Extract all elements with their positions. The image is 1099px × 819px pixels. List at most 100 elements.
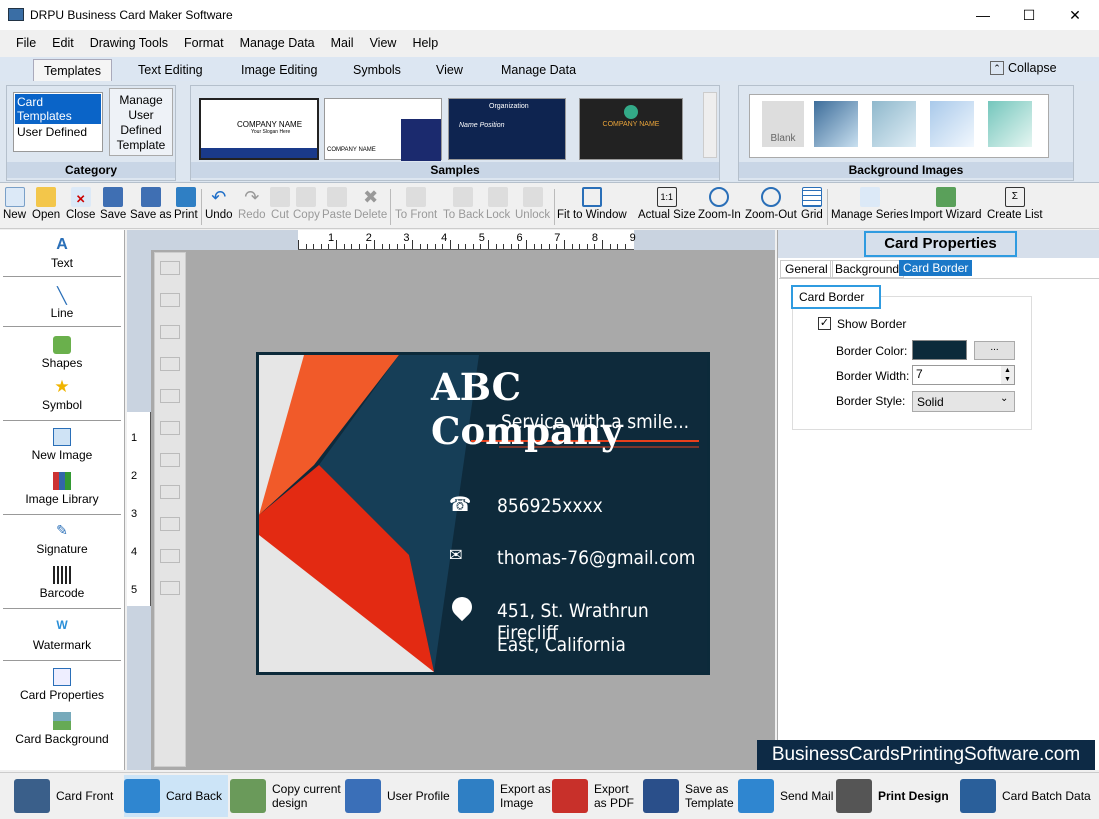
zoom-in-button[interactable]: Zoom-In [698, 187, 741, 221]
tool-card-properties[interactable]: Card Properties [3, 668, 121, 702]
lock-button[interactable]: Lock [486, 187, 510, 221]
export-as-pdf-button[interactable]: Export as PDF [552, 775, 642, 817]
menu-edit[interactable]: Edit [44, 36, 82, 50]
copy-button[interactable]: Copy [293, 187, 320, 221]
tool-symbol[interactable]: ★ Symbol [3, 378, 121, 413]
sample-template-1[interactable]: COMPANY NAME Your Slogan Here [199, 98, 319, 160]
import-wizard-button[interactable]: Import Wizard [910, 187, 982, 221]
tab-view[interactable]: View [426, 59, 473, 81]
undo-button[interactable]: ↶ Undo [205, 187, 233, 221]
tab-manage-data[interactable]: Manage Data [491, 59, 586, 81]
menu-mail[interactable]: Mail [323, 36, 362, 50]
paste-button[interactable]: Paste [322, 187, 351, 221]
tab-card-border[interactable]: Card Border [899, 260, 973, 276]
background-image-3[interactable] [930, 101, 974, 147]
sample-template-2[interactable]: COMPANY NAME [324, 98, 442, 161]
category-card-templates[interactable]: Card Templates [15, 94, 101, 124]
user-profile-button[interactable]: User Profile [345, 775, 450, 817]
export-as-image-button[interactable]: Export as Image [458, 775, 553, 817]
zoom-icon[interactable] [160, 581, 180, 595]
background-blank[interactable]: Blank [762, 101, 804, 147]
collapse-button[interactable]: Collapse [1008, 61, 1057, 75]
card-email[interactable]: thomas-76@gmail.com [497, 547, 695, 569]
print-design-button[interactable]: Print Design [836, 775, 949, 817]
tab-templates[interactable]: Templates [33, 59, 112, 81]
card-company-name[interactable]: ABC Company [431, 365, 707, 453]
copy-current-design-button[interactable]: Copy current design [230, 775, 342, 817]
save-as-button[interactable]: Save as [130, 187, 172, 221]
spinner-arrows-icon[interactable]: ▲ ▼ [1001, 366, 1014, 384]
tool-watermark[interactable]: W Watermark [3, 618, 121, 652]
menu-manage-data[interactable]: Manage Data [232, 36, 323, 50]
align-icon[interactable] [160, 261, 180, 275]
to-back-button[interactable]: To Back [443, 187, 484, 221]
align-icon[interactable] [160, 517, 180, 531]
manage-series-button[interactable]: Manage Series [831, 187, 908, 221]
background-image-4[interactable] [988, 101, 1032, 147]
menu-view[interactable]: View [362, 36, 405, 50]
tab-general[interactable]: General [780, 260, 833, 278]
redo-button[interactable]: ↷ Redo [238, 187, 266, 221]
tool-card-background[interactable]: Card Background [3, 712, 121, 746]
tool-text[interactable]: A Text [3, 236, 121, 270]
create-list-button[interactable]: Σ Create List [987, 187, 1043, 221]
business-card[interactable]: ABC Company Service with a smile... ☎ 85… [256, 352, 710, 675]
align-icon[interactable] [160, 293, 180, 307]
minimize-button[interactable]: — [960, 0, 1006, 30]
align-icon[interactable] [160, 421, 180, 435]
card-phone[interactable]: 856925xxxx [497, 495, 603, 517]
close-file-button[interactable]: ✕ Close [66, 187, 95, 221]
save-as-template-button[interactable]: Save as Template [643, 775, 735, 817]
unlock-button[interactable]: Unlock [515, 187, 550, 221]
tool-line[interactable]: ╲ Line [3, 286, 121, 320]
collapse-icon[interactable]: ⌃ [990, 61, 1004, 75]
tool-barcode[interactable]: Barcode [3, 566, 121, 600]
manage-user-defined-template-button[interactable]: Manage User Defined Template [109, 88, 173, 156]
tab-image-editing[interactable]: Image Editing [231, 59, 327, 81]
to-front-button[interactable]: To Front [395, 187, 437, 221]
border-width-spinner[interactable]: 7 [912, 365, 1015, 385]
tab-symbols[interactable]: Symbols [343, 59, 411, 81]
maximize-button[interactable]: ☐ [1006, 0, 1052, 30]
grid-button[interactable]: Grid [801, 187, 823, 221]
new-button[interactable]: New [3, 187, 26, 221]
card-front-button[interactable]: Card Front [14, 775, 113, 817]
open-button[interactable]: Open [32, 187, 60, 221]
sample-template-3[interactable]: Organization Name Position [448, 98, 566, 160]
align-icon[interactable] [160, 549, 180, 563]
tool-image-library[interactable]: Image Library [3, 472, 121, 506]
tool-shapes[interactable]: Shapes [3, 336, 121, 370]
background-image-2[interactable] [872, 101, 916, 147]
align-icon[interactable] [160, 485, 180, 499]
category-list[interactable]: Card Templates User Defined [13, 92, 103, 152]
tab-text-editing[interactable]: Text Editing [128, 59, 213, 81]
tab-background[interactable]: Background [830, 260, 905, 278]
unlock-icon[interactable] [160, 357, 180, 371]
align-icon[interactable] [160, 389, 180, 403]
close-button[interactable]: ✕ [1052, 0, 1098, 30]
print-button[interactable]: Print [174, 187, 198, 221]
card-address-line2[interactable]: East, California [497, 634, 626, 656]
menu-drawing-tools[interactable]: Drawing Tools [82, 36, 176, 50]
align-icon[interactable] [160, 453, 180, 467]
tool-new-image[interactable]: New Image [3, 428, 121, 462]
card-slogan[interactable]: Service with a smile... [501, 411, 689, 433]
show-border-checkbox[interactable]: ✓ [818, 317, 831, 330]
actual-size-button[interactable]: 1:1 Actual Size [638, 187, 696, 221]
tool-signature[interactable]: ✎ Signature [3, 522, 121, 556]
sample-template-4[interactable]: COMPANY NAME [579, 98, 683, 160]
border-color-swatch[interactable] [912, 340, 967, 360]
cut-button[interactable]: Cut [270, 187, 290, 221]
background-image-1[interactable] [814, 101, 858, 147]
menu-file[interactable]: File [8, 36, 44, 50]
zoom-out-button[interactable]: Zoom-Out [745, 187, 797, 221]
menu-format[interactable]: Format [176, 36, 232, 50]
lock-icon[interactable] [160, 325, 180, 339]
category-user-defined[interactable]: User Defined [14, 125, 102, 139]
card-back-button[interactable]: Card Back [124, 775, 229, 817]
send-mail-button[interactable]: Send Mail [738, 775, 833, 817]
border-color-browse-button[interactable]: ... [974, 341, 1015, 360]
card-batch-data-button[interactable]: Card Batch Data [960, 775, 1091, 817]
delete-button[interactable]: ✖ Delete [354, 187, 387, 221]
fit-to-window-button[interactable]: Fit to Window [557, 187, 627, 221]
